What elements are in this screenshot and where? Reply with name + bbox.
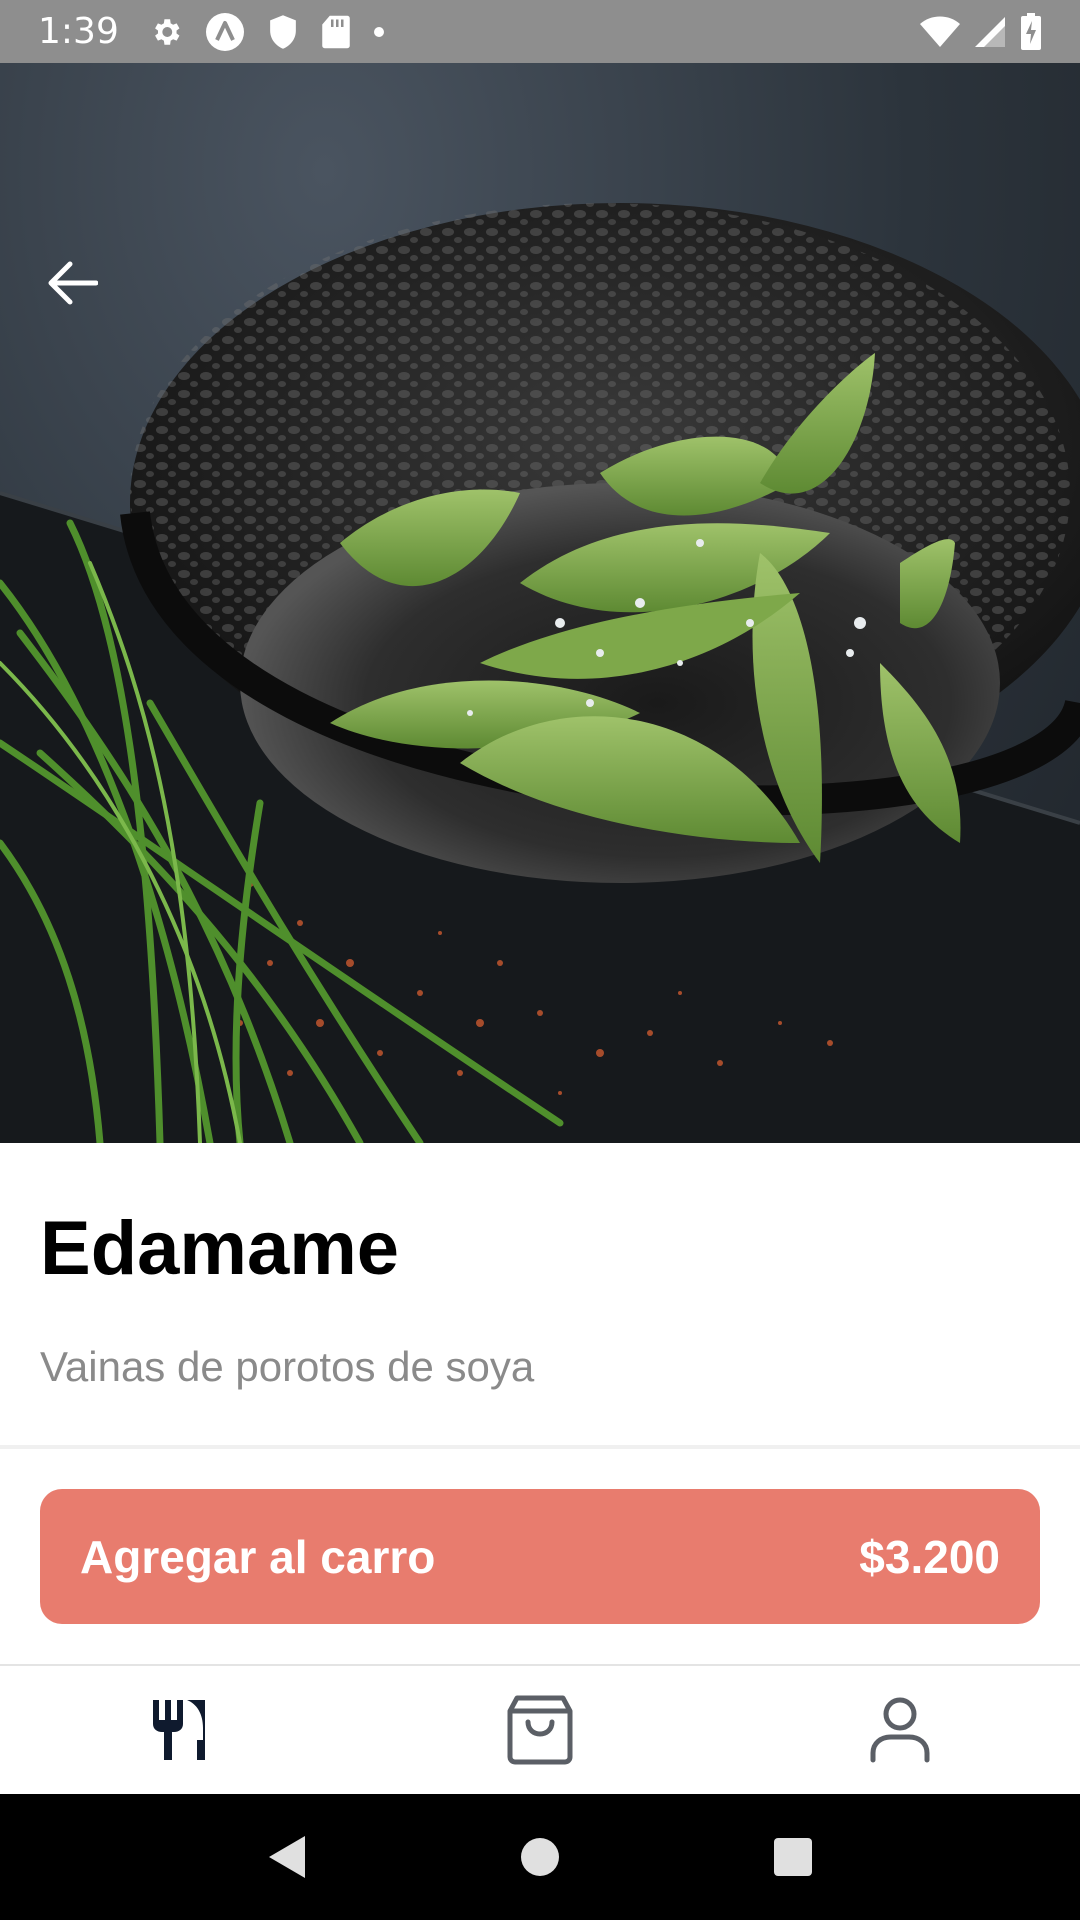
- sd-card-icon: [321, 14, 351, 50]
- nav-item-menu[interactable]: [0, 1666, 360, 1794]
- system-recents-button[interactable]: [753, 1817, 833, 1897]
- divider: [0, 1445, 1080, 1449]
- status-time: 1:39: [38, 11, 119, 52]
- back-arrow-icon: [48, 261, 98, 305]
- app-logo-icon: [205, 12, 245, 52]
- notification-dot-icon: [373, 26, 385, 38]
- settings-icon: [149, 15, 183, 49]
- shield-icon: [267, 14, 299, 50]
- nav-item-cart[interactable]: [360, 1666, 720, 1794]
- battery-icon: [1020, 12, 1042, 51]
- fork-knife-icon: [153, 1700, 205, 1760]
- screen: 1:39 Edamame Vainas de porotos de soya A…: [0, 0, 1080, 1920]
- wifi-icon: [920, 16, 960, 48]
- status-icons-right: [920, 12, 1042, 51]
- bottom-navigation: [0, 1664, 1080, 1794]
- back-button[interactable]: [40, 251, 104, 315]
- system-home-button[interactable]: [500, 1817, 580, 1897]
- back-triangle-icon: [268, 1836, 305, 1878]
- status-bar: 1:39: [0, 0, 1080, 63]
- nav-item-profile[interactable]: [720, 1666, 1080, 1794]
- add-to-cart-label: Agregar al carro: [80, 1530, 436, 1583]
- product-price: $3.200: [859, 1530, 1000, 1583]
- cell-signal-icon: [974, 16, 1006, 48]
- product-description: Vainas de porotos de soya: [40, 1343, 535, 1390]
- status-icons-left: [149, 12, 385, 52]
- system-back-button[interactable]: [247, 1817, 327, 1897]
- recents-square-icon: [774, 1838, 813, 1876]
- product-title: Edamame: [40, 1206, 400, 1291]
- product-image: [0, 63, 1080, 1143]
- system-navigation-bar: [0, 1794, 1080, 1920]
- user-icon: [870, 1697, 930, 1763]
- add-to-cart-button[interactable]: Agregar al carro $3.200: [40, 1489, 1040, 1624]
- home-circle-icon: [520, 1838, 559, 1876]
- edamame-photo: [0, 203, 1080, 1143]
- shopping-bag-icon: [507, 1695, 573, 1765]
